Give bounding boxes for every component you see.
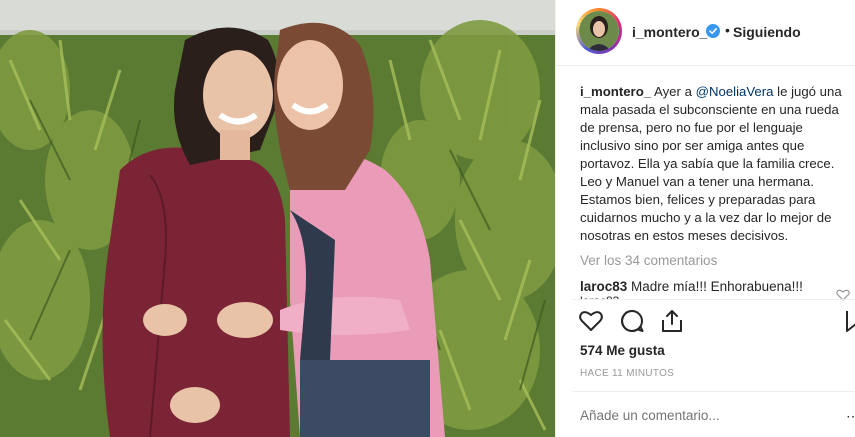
- comment-text: Madre mía!!! Enhorabuena!!!: [627, 279, 803, 294]
- comment-divider: [572, 391, 855, 392]
- avatar[interactable]: [576, 8, 622, 54]
- post-caption: i_montero_ Ayer a @NoeliaVera le jugó un…: [580, 83, 852, 245]
- actions-divider: [572, 299, 855, 300]
- comment-icon[interactable]: [619, 308, 645, 334]
- post-header: i_montero_ • Siguiendo: [556, 0, 855, 66]
- caption-mention-link[interactable]: @NoeliaVera: [696, 84, 774, 99]
- caption-text-before-mention: Ayer a: [651, 84, 696, 99]
- more-options-icon[interactable]: ⋯: [846, 408, 855, 425]
- comment-item: laroc83 Madre mía!!! Enhorabuena!!!: [580, 279, 850, 294]
- heart-icon[interactable]: [578, 308, 604, 334]
- avatar-image: [579, 11, 619, 51]
- caption-username[interactable]: i_montero_: [580, 84, 651, 99]
- add-comment-input[interactable]: [580, 408, 780, 423]
- view-all-comments-link[interactable]: Ver los 34 comentarios: [580, 253, 717, 268]
- header-separator: •: [725, 22, 730, 38]
- post-sidebar: i_montero_ • Siguiendo i_montero_ Ayer a…: [555, 0, 855, 437]
- share-icon[interactable]: [659, 308, 685, 334]
- post-photo[interactable]: [0, 0, 555, 437]
- likes-count[interactable]: 574 Me gusta: [580, 343, 665, 358]
- following-button[interactable]: Siguiendo: [733, 24, 801, 40]
- header-username[interactable]: i_montero_: [632, 24, 707, 40]
- caption-text-after-mention: le jugó una mala pasada el subconsciente…: [580, 84, 842, 243]
- post-timestamp: HACE 11 MINUTOS: [580, 368, 675, 379]
- verified-badge-icon: [706, 24, 720, 38]
- comment-username[interactable]: laroc83: [580, 279, 627, 294]
- bookmark-icon[interactable]: [846, 308, 855, 334]
